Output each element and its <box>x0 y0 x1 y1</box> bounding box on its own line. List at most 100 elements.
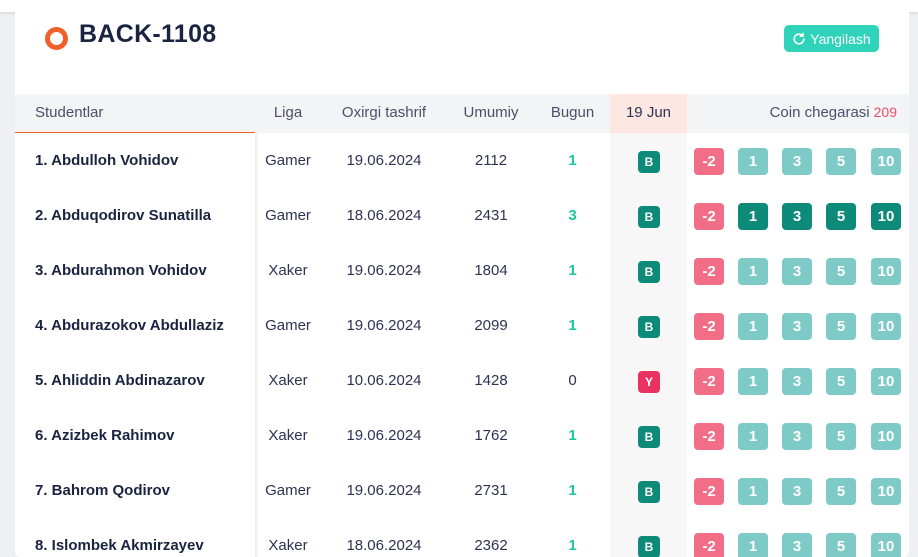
coin-button[interactable]: -2 <box>694 423 724 450</box>
student-total-coins: 2099 <box>474 317 508 334</box>
header-last-visit[interactable]: Oxirgi tashrif <box>321 94 447 133</box>
student-name[interactable]: 1. Abdulloh Vohidov <box>15 133 255 188</box>
table-row: 7. Bahrom Qodirov Gamer 19.06.2024 2731 1 B -2… <box>15 463 909 518</box>
student-last-visit: 10.06.2024 <box>346 372 422 389</box>
refresh-button-label: Yangilash <box>810 30 871 47</box>
coin-button[interactable]: 5 <box>826 533 856 557</box>
student-today-coins: 1 <box>568 427 577 444</box>
coin-button[interactable]: 10 <box>871 313 901 340</box>
student-name[interactable]: 3. Abdurahmon Vohidov <box>15 243 255 298</box>
student-total-coins: 2112 <box>474 152 508 169</box>
coin-button[interactable]: 1 <box>738 148 768 175</box>
student-column-shadow <box>255 133 259 557</box>
coin-button[interactable]: -2 <box>694 203 724 230</box>
student-today-coins: 1 <box>568 152 577 169</box>
student-last-visit: 19.06.2024 <box>346 427 422 444</box>
coin-button[interactable]: 3 <box>782 368 812 395</box>
student-league: Gamer <box>265 152 311 169</box>
coin-button[interactable]: 10 <box>871 368 901 395</box>
attendance-badge[interactable]: Y <box>638 371 660 393</box>
student-name[interactable]: 4. Abdurazokov Abdullaziz <box>15 298 255 353</box>
coin-button[interactable]: 10 <box>871 533 901 557</box>
coin-button[interactable]: -2 <box>694 313 724 340</box>
coin-button[interactable]: 1 <box>738 368 768 395</box>
coin-button[interactable]: 5 <box>826 258 856 285</box>
coin-button[interactable]: 10 <box>871 203 901 230</box>
header-today[interactable]: Bugun <box>535 94 610 133</box>
coin-button[interactable]: 5 <box>826 423 856 450</box>
coin-button[interactable]: 10 <box>871 148 901 175</box>
student-name[interactable]: 5. Ahliddin Abdinazarov <box>15 353 255 408</box>
student-name[interactable]: 2. Abduqodirov Sunatilla <box>15 188 255 243</box>
table-row: 4. Abdurazokov Abdullaziz Gamer 19.06.2024… <box>15 298 909 353</box>
coin-button[interactable]: -2 <box>694 148 724 175</box>
student-total-coins: 2431 <box>474 207 508 224</box>
header-coin-limit: Coin chegarasi 209 <box>687 94 909 133</box>
attendance-badge[interactable]: B <box>638 536 660 557</box>
student-today-coins: 1 <box>568 262 577 279</box>
student-league: Xaker <box>268 427 308 444</box>
coin-button[interactable]: 5 <box>826 148 856 175</box>
table-header: Studentlar Liga Oxirgi tashrif Umumiy Bu… <box>15 94 909 134</box>
attendance-badge[interactable]: B <box>638 151 660 173</box>
coin-button[interactable]: 3 <box>782 533 812 557</box>
header-students[interactable]: Studentlar <box>15 94 255 133</box>
student-name[interactable]: 7. Bahrom Qodirov <box>15 463 255 518</box>
student-today-coins: 1 <box>568 317 577 334</box>
header-date[interactable]: 19 Jun <box>610 94 687 134</box>
student-name[interactable]: 6. Azizbek Rahimov <box>15 408 255 463</box>
student-total-coins: 1762 <box>474 427 508 444</box>
student-league: Xaker <box>268 262 308 279</box>
coin-button[interactable]: 10 <box>871 478 901 505</box>
coin-button[interactable]: 5 <box>826 478 856 505</box>
student-name[interactable]: 8. Islombek Akmirzayev <box>15 518 255 557</box>
group-title: BACK-1108 <box>79 20 217 48</box>
coin-button[interactable]: 1 <box>738 258 768 285</box>
attendance-badge[interactable]: B <box>638 316 660 338</box>
group-status-icon <box>45 27 68 50</box>
coin-button[interactable]: 3 <box>782 478 812 505</box>
table-row: 5. Ahliddin Abdinazarov Xaker 10.06.2024 14… <box>15 353 909 408</box>
attendance-badge[interactable]: B <box>638 426 660 448</box>
coin-button[interactable]: 3 <box>782 148 812 175</box>
coin-button[interactable]: 3 <box>782 313 812 340</box>
coin-button[interactable]: -2 <box>694 258 724 285</box>
coin-button[interactable]: 10 <box>871 423 901 450</box>
attendance-badge[interactable]: B <box>638 261 660 283</box>
coin-button[interactable]: -2 <box>694 478 724 505</box>
student-today-coins: 1 <box>568 482 577 499</box>
top-navbar <box>0 0 918 12</box>
student-league: Xaker <box>268 372 308 389</box>
student-league: Gamer <box>265 482 311 499</box>
coin-button[interactable]: 1 <box>738 423 768 450</box>
student-last-visit: 19.06.2024 <box>346 482 422 499</box>
student-total-coins: 2731 <box>474 482 508 499</box>
attendance-badge[interactable]: B <box>638 206 660 228</box>
coin-button[interactable]: 10 <box>871 258 901 285</box>
coin-button[interactable]: 5 <box>826 313 856 340</box>
table-row: 2. Abduqodirov Sunatilla Gamer 18.06.2024 2… <box>15 188 909 243</box>
student-today-coins: 0 <box>568 372 577 389</box>
coin-button[interactable]: -2 <box>694 533 724 557</box>
coin-button[interactable]: 3 <box>782 203 812 230</box>
coin-button[interactable]: -2 <box>694 368 724 395</box>
coin-button[interactable]: 1 <box>738 478 768 505</box>
header-league[interactable]: Liga <box>255 94 321 133</box>
coin-button[interactable]: 5 <box>826 368 856 395</box>
coin-button[interactable]: 1 <box>738 313 768 340</box>
coin-button[interactable]: 3 <box>782 423 812 450</box>
student-league: Gamer <box>265 317 311 334</box>
coin-button[interactable]: 1 <box>738 203 768 230</box>
student-total-coins: 2362 <box>474 537 508 554</box>
student-last-visit: 18.06.2024 <box>346 537 422 554</box>
header-total[interactable]: Umumiy <box>447 94 535 133</box>
refresh-button[interactable]: Yangilash <box>784 25 879 52</box>
student-today-coins: 3 <box>568 207 577 224</box>
attendance-badge[interactable]: B <box>638 481 660 503</box>
student-league: Xaker <box>268 537 308 554</box>
coin-button[interactable]: 5 <box>826 203 856 230</box>
coin-button[interactable]: 3 <box>782 258 812 285</box>
coin-button[interactable]: 1 <box>738 533 768 557</box>
student-league: Gamer <box>265 207 311 224</box>
student-last-visit: 19.06.2024 <box>346 262 422 279</box>
